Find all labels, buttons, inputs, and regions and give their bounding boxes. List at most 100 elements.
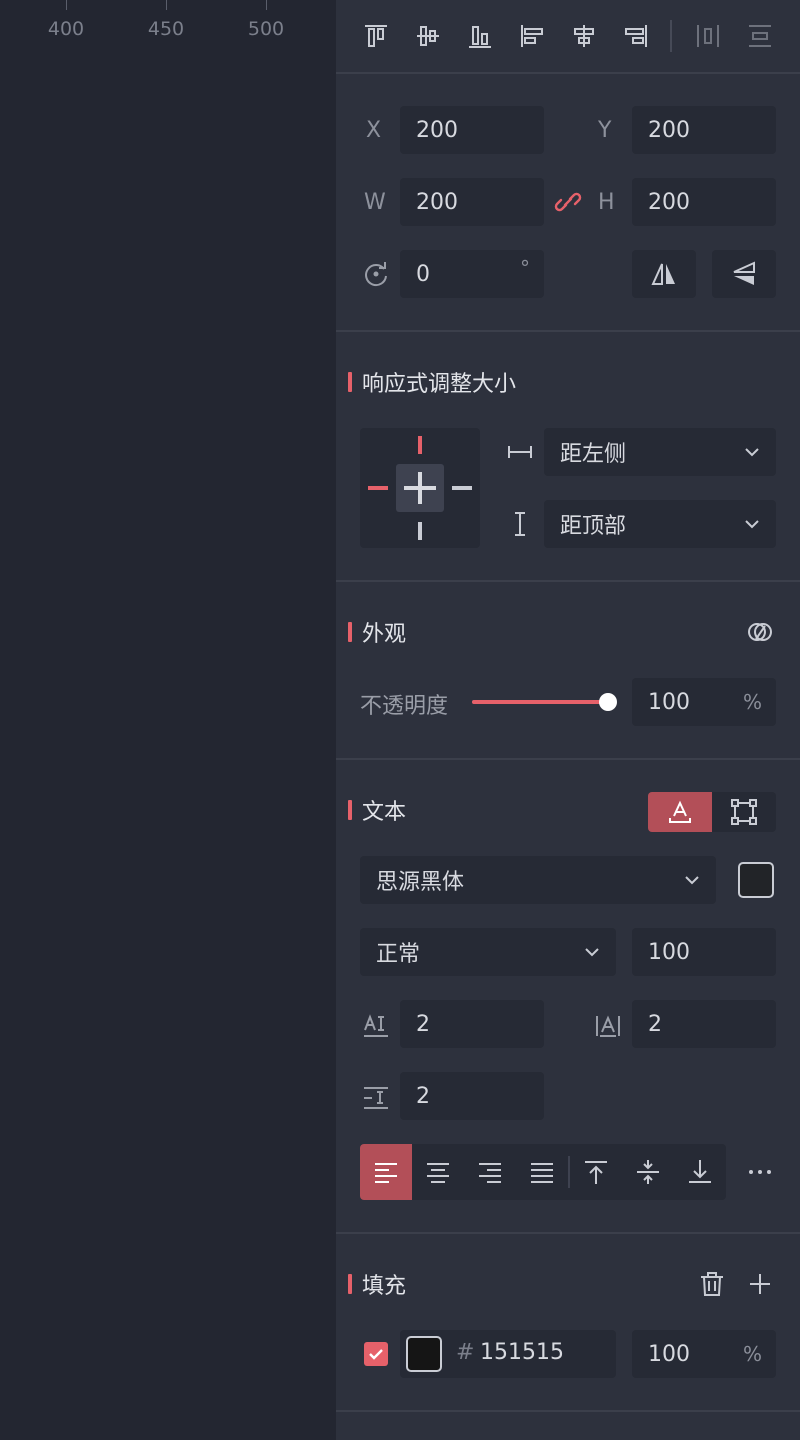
- align-text-right-button[interactable]: [464, 1144, 516, 1200]
- horizontal-constraint-select[interactable]: 距左侧: [544, 428, 776, 476]
- opacity-label: 不透明度: [360, 694, 449, 719]
- text-color-swatch[interactable]: [738, 862, 774, 898]
- w-value: 200: [416, 189, 458, 215]
- letter-spacing-input[interactable]: 2: [400, 1000, 544, 1048]
- link-icon[interactable]: [552, 188, 584, 216]
- text-align-group: [360, 1144, 726, 1200]
- constraint-center[interactable]: [396, 464, 444, 512]
- line-height-input[interactable]: 2: [400, 1072, 544, 1120]
- rotation-input[interactable]: 0 °: [400, 250, 544, 298]
- text-title: 文本: [348, 794, 406, 826]
- vertical-constraint-select[interactable]: 距顶部: [544, 500, 776, 548]
- responsive-section: 响应式调整大小 距左侧 距顶部: [336, 332, 800, 582]
- align-top-icon[interactable]: [358, 18, 394, 54]
- character-spacing-value: 2: [648, 1011, 662, 1037]
- chevron-down-icon: [685, 876, 699, 885]
- align-left-icon[interactable]: [514, 18, 550, 54]
- align-text-justify-button[interactable]: [516, 1144, 568, 1200]
- h-value: 200: [648, 189, 690, 215]
- checkmark-icon: [369, 1349, 383, 1360]
- transform-section: X 200 Y 200 W 200 H 200 0 °: [336, 74, 800, 332]
- align-vertical-center-icon[interactable]: [410, 18, 446, 54]
- w-input[interactable]: 200: [400, 178, 544, 226]
- vertical-align-top-icon: [585, 1161, 607, 1184]
- distribute-horizontal-icon[interactable]: [690, 18, 726, 54]
- x-label: X: [366, 118, 382, 143]
- text-style-button[interactable]: [648, 792, 712, 832]
- horizontal-constraint-value: 距左侧: [560, 442, 627, 467]
- chevron-down-icon: [745, 520, 759, 529]
- vertical-align-middle-button[interactable]: [622, 1144, 674, 1200]
- font-family-select[interactable]: 思源黑体: [360, 856, 716, 904]
- w-label: W: [364, 190, 386, 215]
- text-box-icon: [731, 799, 757, 825]
- constraint-left[interactable]: [368, 486, 388, 490]
- align-text-left-button[interactable]: [360, 1144, 412, 1200]
- canvas-area[interactable]: 400 450 500: [0, 0, 336, 1440]
- more-options-icon[interactable]: [740, 1156, 780, 1188]
- opacity-slider[interactable]: [472, 693, 617, 711]
- flip-vertical-icon: [733, 261, 755, 285]
- character-spacing-icon: [592, 1010, 624, 1042]
- align-text-left-icon: [375, 1163, 397, 1183]
- constraint-right[interactable]: [452, 486, 472, 490]
- trash-icon[interactable]: [696, 1268, 728, 1300]
- opacity-slider-handle[interactable]: [599, 693, 617, 711]
- align-text-right-icon: [479, 1163, 501, 1183]
- opacity-slider-fill: [472, 700, 608, 704]
- text-box-button[interactable]: [712, 792, 776, 832]
- align-right-icon[interactable]: [618, 18, 654, 54]
- y-value: 200: [648, 117, 690, 143]
- constraint-bottom[interactable]: [418, 522, 422, 540]
- h-input[interactable]: 200: [632, 178, 776, 226]
- font-family-value: 思源黑体: [376, 870, 465, 895]
- vertical-constraint-icon: [504, 510, 536, 538]
- properties-panel: X 200 Y 200 W 200 H 200 0 ° 响应式调整大小 距左侧 …: [336, 0, 800, 1440]
- toolbar-divider: [670, 20, 672, 52]
- flip-horizontal-button[interactable]: [632, 250, 696, 298]
- font-size-input[interactable]: 100: [632, 928, 776, 976]
- h-label: H: [598, 190, 615, 215]
- fill-title: 填充: [348, 1268, 406, 1300]
- rotation-value: 0: [416, 261, 430, 287]
- ruler-tick: [66, 0, 67, 10]
- vertical-align-bottom-icon: [689, 1160, 711, 1183]
- rotation-unit: °: [520, 256, 530, 280]
- constraint-top[interactable]: [418, 436, 422, 454]
- distribute-vertical-icon[interactable]: [742, 18, 778, 54]
- vertical-constraint-value: 距顶部: [560, 514, 627, 539]
- fill-enabled-checkbox[interactable]: [364, 1342, 388, 1366]
- ruler-label: 500: [247, 18, 285, 40]
- opacity-input[interactable]: 100 %: [632, 678, 776, 726]
- vertical-align-top-button[interactable]: [570, 1144, 622, 1200]
- constraint-widget[interactable]: [360, 428, 480, 548]
- letter-spacing-icon: [360, 1010, 392, 1042]
- line-height-icon: [360, 1082, 392, 1114]
- vertical-align-bottom-button[interactable]: [674, 1144, 726, 1200]
- blend-mode-icon[interactable]: [744, 616, 776, 648]
- opacity-value: 100: [648, 689, 690, 715]
- x-input[interactable]: 200: [400, 106, 544, 154]
- align-text-center-button[interactable]: [412, 1144, 464, 1200]
- fill-color-field[interactable]: # 151515: [400, 1330, 616, 1378]
- character-spacing-input[interactable]: 2: [632, 1000, 776, 1048]
- flip-horizontal-icon: [651, 263, 675, 285]
- align-bottom-icon[interactable]: [462, 18, 498, 54]
- font-weight-select[interactable]: 正常: [360, 928, 616, 976]
- flip-vertical-button[interactable]: [712, 250, 776, 298]
- fill-opacity-input[interactable]: 100 %: [632, 1330, 776, 1378]
- letter-spacing-value: 2: [416, 1011, 430, 1037]
- add-fill-icon[interactable]: [744, 1268, 776, 1300]
- y-input[interactable]: 200: [632, 106, 776, 154]
- fill-color-swatch[interactable]: [406, 1336, 442, 1372]
- appearance-section: 外观 不透明度 100 %: [336, 582, 800, 760]
- chevron-down-icon: [585, 948, 599, 957]
- y-label: Y: [598, 118, 612, 143]
- appearance-title: 外观: [348, 616, 406, 648]
- alignment-toolbar: [336, 0, 800, 74]
- fill-opacity-unit: %: [742, 1342, 762, 1366]
- fill-hex-value[interactable]: 151515: [480, 1340, 564, 1365]
- text-section: 文本 思源黑体 正常 100 2 2 2: [336, 760, 800, 1234]
- align-text-center-icon: [427, 1163, 449, 1183]
- align-horizontal-center-icon[interactable]: [566, 18, 602, 54]
